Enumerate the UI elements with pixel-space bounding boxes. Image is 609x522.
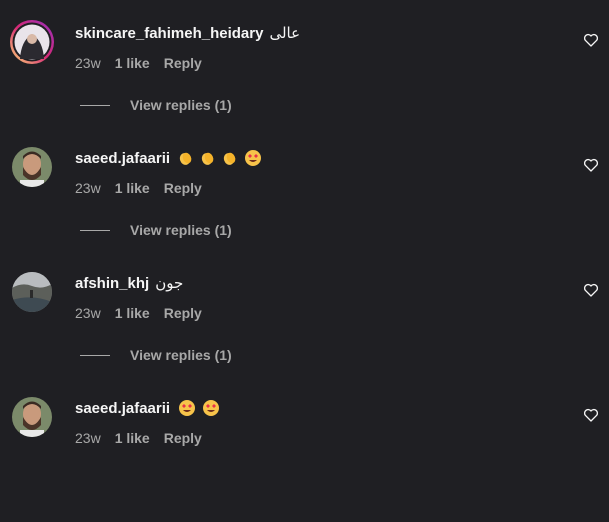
timestamp[interactable]: 23w	[75, 180, 101, 196]
reply-button[interactable]: Reply	[164, 180, 202, 196]
username[interactable]: saeed.jafaarii	[75, 400, 170, 417]
divider	[80, 104, 110, 106]
view-replies-label: View replies (1)	[130, 222, 232, 238]
comment-text: عالی	[269, 25, 301, 42]
comment-meta: 23w 1 like Reply	[75, 55, 202, 71]
reply-button[interactable]: Reply	[164, 55, 202, 71]
comment-header: skincare_fahimeh_heidary عالی	[75, 22, 300, 44]
avatar[interactable]	[12, 272, 52, 312]
comment-meta: 23w 1 like Reply	[75, 180, 202, 196]
username[interactable]: afshin_khj	[75, 275, 149, 292]
clapping-hands-icon	[179, 152, 192, 165]
divider	[80, 229, 110, 231]
comment-header: afshin_khj جون	[75, 272, 183, 294]
view-replies-button[interactable]: View replies (1)	[80, 97, 232, 113]
comment-header: saeed.jafaarii	[75, 397, 220, 419]
comment: saeed.jafaarii 23w 1 like Reply	[0, 397, 609, 522]
comment-text: جون	[155, 275, 184, 292]
likes-count[interactable]: 1 like	[115, 430, 150, 446]
comment-emoji	[178, 149, 262, 167]
likes-count[interactable]: 1 like	[115, 305, 150, 321]
heart-icon[interactable]	[583, 282, 599, 298]
reply-button[interactable]: Reply	[164, 430, 202, 446]
comment-header: saeed.jafaarii	[75, 147, 262, 169]
timestamp[interactable]: 23w	[75, 305, 101, 321]
comment-meta: 23w 1 like Reply	[75, 430, 202, 446]
likes-count[interactable]: 1 like	[115, 180, 150, 196]
comment: skincare_fahimeh_heidary عالی 23w 1 like…	[0, 19, 609, 147]
username[interactable]: saeed.jafaarii	[75, 150, 170, 167]
comment-meta: 23w 1 like Reply	[75, 305, 202, 321]
avatar[interactable]	[12, 397, 52, 437]
clapping-hands-icon	[223, 152, 236, 165]
heart-eyes-icon	[245, 150, 262, 166]
username[interactable]: skincare_fahimeh_heidary	[75, 25, 263, 42]
comment: afshin_khj جون 23w 1 like Reply View rep…	[0, 272, 609, 397]
heart-icon[interactable]	[583, 407, 599, 423]
comment-emoji	[178, 399, 220, 417]
likes-count[interactable]: 1 like	[115, 55, 150, 71]
avatar[interactable]	[12, 147, 52, 187]
view-replies-label: View replies (1)	[130, 347, 232, 363]
view-replies-button[interactable]: View replies (1)	[80, 222, 232, 238]
view-replies-label: View replies (1)	[130, 97, 232, 113]
heart-icon[interactable]	[583, 32, 599, 48]
clapping-hands-icon	[201, 152, 214, 165]
view-replies-button[interactable]: View replies (1)	[80, 347, 232, 363]
reply-button[interactable]: Reply	[164, 305, 202, 321]
heart-eyes-icon	[203, 400, 220, 416]
divider	[80, 354, 110, 356]
heart-eyes-icon	[179, 400, 196, 416]
heart-icon[interactable]	[583, 157, 599, 173]
timestamp[interactable]: 23w	[75, 430, 101, 446]
avatar[interactable]	[9, 19, 55, 65]
timestamp[interactable]: 23w	[75, 55, 101, 71]
comment: saeed.jafaarii 23w 1 like Reply View rep…	[0, 147, 609, 272]
